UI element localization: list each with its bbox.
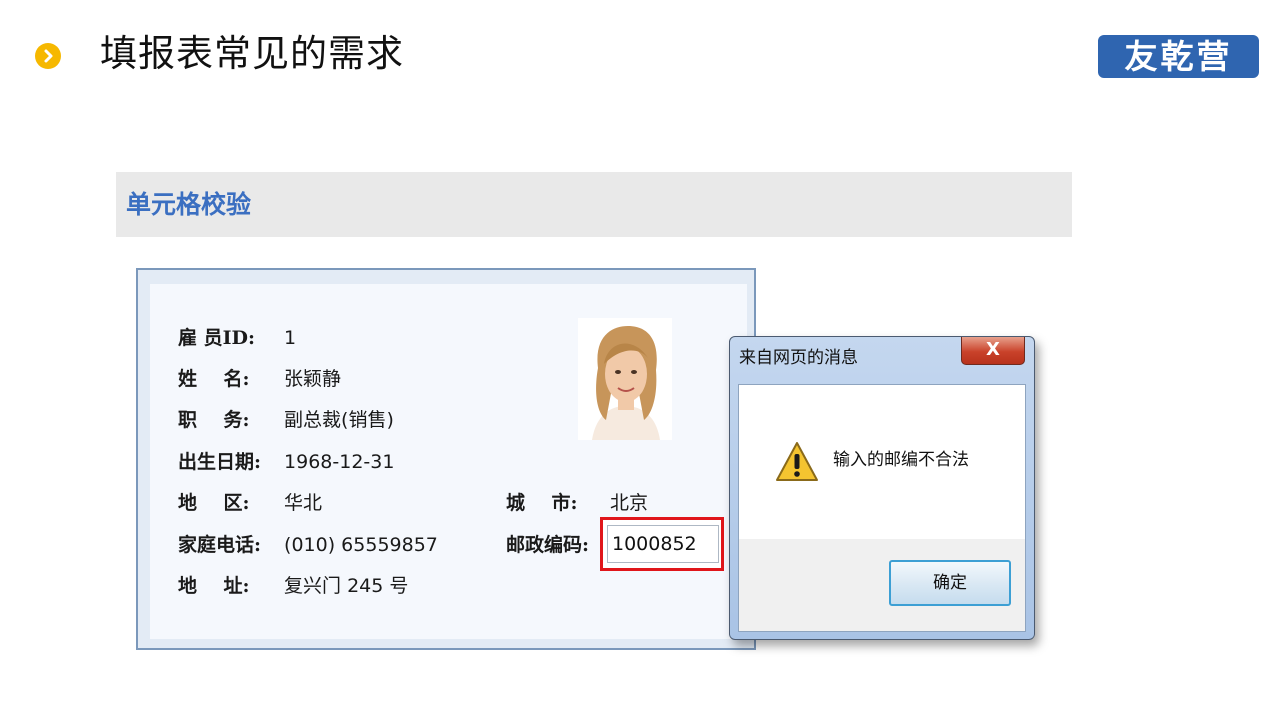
employee-card-body: 雇 员ID: 1 姓 名: 张颖静 职 务: 副总裁(销售) 出生日期: 196…	[150, 284, 747, 639]
region-value: 华北	[284, 492, 323, 514]
close-icon: X	[986, 339, 1000, 360]
alert-dialog: 来自网页的消息 X 输入的邮编不合法 确定	[729, 336, 1035, 640]
employee-id-label: 雇 员ID:	[178, 327, 255, 349]
dialog-message: 输入的邮编不合法	[833, 450, 969, 470]
birth-date-label: 出生日期:	[178, 451, 262, 473]
ok-button[interactable]: 确定	[889, 560, 1011, 606]
page-title: 填报表常见的需求	[100, 32, 404, 75]
region-row: 地 区: 华北	[178, 491, 322, 515]
home-phone-label: 家庭电话:	[178, 534, 262, 556]
postal-code-error-highlight: 1000852	[600, 517, 724, 571]
position-row: 职 务: 副总裁(销售)	[178, 408, 394, 432]
region-label: 地 区:	[178, 492, 250, 514]
dialog-title: 来自网页的消息	[739, 348, 858, 368]
position-value: 副总裁(销售)	[284, 409, 394, 431]
birth-date-row: 出生日期: 1968-12-31	[178, 450, 394, 474]
address-value: 复兴门 245 号	[284, 575, 409, 597]
position-label: 职 务:	[178, 409, 250, 431]
employee-photo	[578, 318, 672, 440]
name-label: 姓 名:	[178, 368, 250, 390]
message-area: 输入的邮编不合法	[739, 385, 1025, 539]
section-title: 单元格校验	[126, 190, 252, 219]
home-phone-value: (010) 65559857	[284, 534, 438, 556]
address-row: 地 址: 复兴门 245 号	[178, 574, 408, 598]
postal-code-input[interactable]: 1000852	[607, 525, 719, 563]
city-label: 城 市:	[506, 492, 578, 514]
employee-id-row: 雇 员ID: 1	[178, 326, 296, 350]
close-button[interactable]: X	[961, 337, 1025, 365]
city-value: 北京	[610, 492, 649, 514]
city-row: 城 市: 北京	[506, 491, 648, 515]
section-header: 单元格校验	[116, 172, 1072, 237]
address-label: 地 址:	[178, 575, 250, 597]
employee-card: 雇 员ID: 1 姓 名: 张颖静 职 务: 副总裁(销售) 出生日期: 196…	[136, 268, 756, 650]
home-phone-row: 家庭电话: (010) 65559857	[178, 533, 438, 557]
chevron-right-icon	[35, 43, 61, 69]
warning-icon	[775, 441, 819, 487]
birth-date-value: 1968-12-31	[284, 451, 395, 473]
employee-id-value: 1	[284, 327, 297, 349]
logo: 友乾营	[1098, 35, 1259, 78]
name-row: 姓 名: 张颖静	[178, 367, 341, 391]
name-value: 张颖静	[284, 368, 342, 390]
postal-code-row: 邮政编码:	[506, 533, 604, 557]
postal-code-label: 邮政编码:	[506, 534, 590, 556]
dialog-body: 输入的邮编不合法 确定	[738, 384, 1026, 632]
